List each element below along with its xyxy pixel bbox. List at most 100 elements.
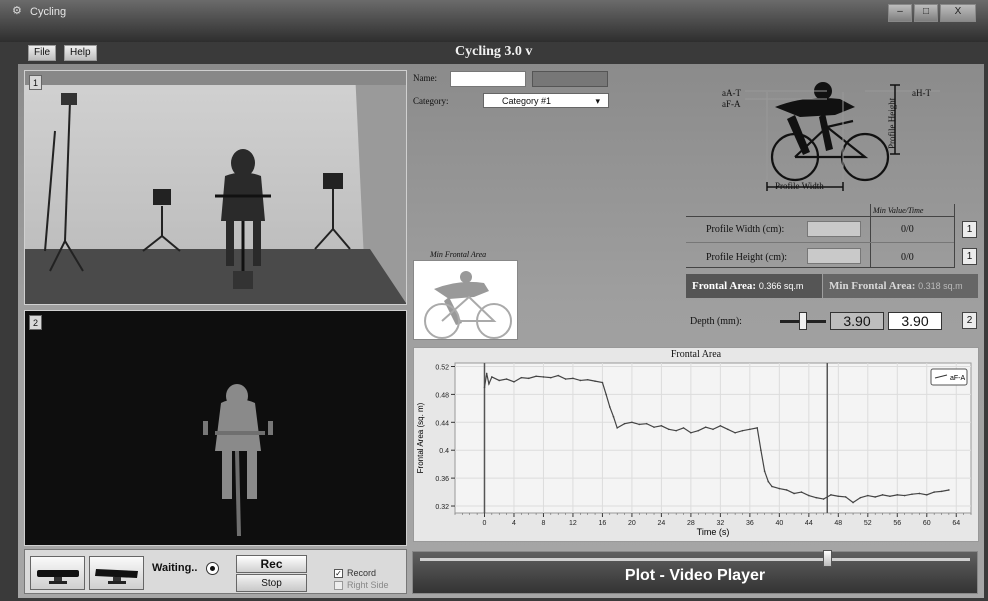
data-point <box>726 428 729 431</box>
status-waiting: Waiting.. <box>152 562 198 574</box>
frontal-area-label: Frontal Area: <box>692 280 757 292</box>
data-point <box>844 496 847 498</box>
x-tick-label: 4 <box>512 520 516 527</box>
data-point <box>594 380 596 382</box>
data-point <box>763 470 766 472</box>
color-swatch-button[interactable] <box>532 71 608 87</box>
data-point <box>498 379 501 382</box>
menu-help[interactable]: Help <box>64 45 97 61</box>
data-point <box>704 426 707 428</box>
data-point <box>756 427 759 429</box>
y-tick-label: 0.32 <box>435 504 449 511</box>
x-axis-label: Time (s) <box>697 527 730 537</box>
data-point <box>601 381 604 384</box>
y-tick-label: 0.4 <box>439 448 449 455</box>
x-tick-label: 44 <box>805 520 813 527</box>
x-tick-label: 0 <box>483 520 487 527</box>
label-aF-A: aF-A <box>722 99 741 109</box>
x-tick-label: 32 <box>716 520 724 527</box>
data-point <box>586 378 589 381</box>
profile-width-button[interactable]: 1 <box>962 221 977 238</box>
camera-view <box>24 70 407 305</box>
y-tick-label: 0.36 <box>435 476 449 483</box>
depth-silhouette-image <box>203 384 273 537</box>
data-point <box>616 427 618 429</box>
data-point <box>682 427 685 429</box>
maximize-icon[interactable]: □ <box>914 4 938 22</box>
data-point <box>609 406 611 408</box>
data-point <box>550 376 552 379</box>
kinect-sensor-icon <box>37 570 79 584</box>
data-point <box>741 429 744 432</box>
view-number-2: 2 <box>29 315 42 330</box>
x-tick-label: 16 <box>599 520 607 527</box>
data-point <box>800 491 803 493</box>
app-title: Cycling 3.0 v <box>455 44 533 59</box>
data-point <box>785 489 788 491</box>
legend: aF-A <box>930 368 968 386</box>
depth-button[interactable]: 2 <box>962 312 977 329</box>
data-point <box>612 415 615 418</box>
x-tick-label: 56 <box>893 520 901 527</box>
data-point <box>771 485 773 488</box>
y-tick-label: 0.52 <box>435 364 449 371</box>
right-side-label: Right Side <box>347 580 389 590</box>
profile-height-label: Profile Height <box>887 97 897 149</box>
depth-view <box>24 310 407 546</box>
window-title: Cycling <box>30 6 67 18</box>
data-point <box>623 422 626 425</box>
data-point <box>690 431 692 434</box>
data-point <box>631 421 633 424</box>
name-input[interactable] <box>450 71 526 87</box>
data-point <box>749 428 751 431</box>
window-titlebar <box>0 0 988 42</box>
minimize-icon[interactable]: – <box>888 4 912 22</box>
data-point <box>527 377 530 380</box>
rec-button[interactable]: Rec <box>236 555 307 573</box>
label-aH-T: aH-T <box>912 88 931 98</box>
min-frontal-area-value: 0.318 sq.m <box>918 281 963 291</box>
min-value-time-header: Min Value/Time <box>873 206 924 215</box>
table-divider <box>870 204 871 268</box>
label-aA-T: aA-T <box>722 88 741 98</box>
data-point <box>911 493 913 495</box>
category-select[interactable]: Category #1 ▾ <box>483 93 609 108</box>
depth-value-input[interactable]: 3.90 <box>888 312 942 330</box>
depth-slider-thumb[interactable] <box>799 312 807 330</box>
y-axis-label: Frontal Area (sq. m) <box>416 402 425 473</box>
table-rule <box>686 242 954 243</box>
data-point <box>675 429 677 432</box>
menu-file[interactable]: File <box>28 45 57 61</box>
profile-height-field[interactable] <box>807 248 861 264</box>
close-icon[interactable]: X <box>940 4 976 22</box>
profile-height-min-value: 0/0 <box>901 252 914 263</box>
frontal-area-box: Frontal Area: 0.366 sq.m <box>686 274 822 298</box>
profile-width-field[interactable] <box>807 221 861 237</box>
data-point <box>793 492 795 495</box>
data-point <box>605 393 607 396</box>
stop-button[interactable]: Stop <box>236 574 307 592</box>
kinect-side-button[interactable] <box>89 556 144 590</box>
y-tick-label: 0.44 <box>435 420 449 427</box>
x-tick-label: 8 <box>542 520 546 527</box>
record-checkbox[interactable]: ✓ <box>334 569 343 578</box>
data-point <box>653 426 655 428</box>
data-point <box>513 381 515 383</box>
kinect-front-button[interactable] <box>30 556 85 590</box>
profile-height-button[interactable]: 1 <box>962 248 977 265</box>
data-point <box>660 424 663 427</box>
record-label: Record <box>347 568 377 578</box>
data-point <box>579 379 582 382</box>
player-scrubber-thumb[interactable] <box>823 550 832 567</box>
data-point <box>889 495 891 498</box>
x-tick-label: 36 <box>746 520 754 527</box>
app-icon: ⚙ <box>12 5 22 17</box>
right-side-checkbox[interactable] <box>334 581 343 590</box>
data-point <box>734 431 736 434</box>
x-tick-label: 24 <box>658 520 666 527</box>
player-track[interactable] <box>420 558 970 561</box>
window-controls: – □ X <box>886 4 976 22</box>
data-point <box>645 422 648 425</box>
table-divider <box>954 204 955 268</box>
plot-area <box>454 362 972 514</box>
